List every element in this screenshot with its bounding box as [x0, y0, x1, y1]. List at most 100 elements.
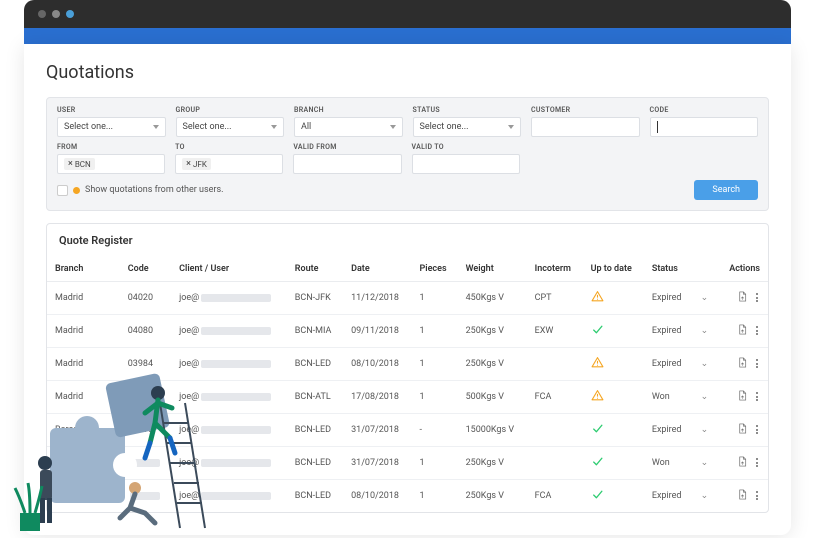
pdf-icon[interactable]	[737, 489, 748, 502]
kebab-menu-icon[interactable]	[754, 359, 760, 368]
kebab-menu-icon[interactable]	[754, 458, 760, 467]
cell-date: 09/11/2018	[343, 315, 411, 348]
branch-label: BRANCH	[294, 106, 403, 114]
cell-branch: Madrid	[47, 381, 120, 414]
pdf-icon[interactable]	[737, 390, 748, 403]
pdf-icon[interactable]	[737, 456, 748, 469]
chevron-down-icon[interactable]: ⌄	[701, 425, 709, 435]
kebab-menu-icon[interactable]	[754, 491, 760, 500]
valid-to-label: VALID TO	[412, 143, 520, 151]
cell-status: Expired	[644, 315, 693, 348]
cell-weight: 250Kgs V	[458, 480, 527, 513]
search-button[interactable]: Search	[694, 180, 758, 200]
user-select[interactable]: Select one...	[57, 117, 166, 137]
col-date[interactable]: Date	[343, 257, 411, 282]
cell-incoterm: CPT	[527, 282, 583, 315]
status-dot-icon	[73, 187, 80, 194]
window-dot-close[interactable]	[38, 10, 46, 18]
customer-input[interactable]	[531, 117, 640, 137]
to-input[interactable]: JFK	[175, 154, 283, 174]
cell-expand[interactable]: ⌄	[693, 447, 718, 480]
cell-incoterm: FCA	[527, 480, 583, 513]
chevron-down-icon[interactable]: ⌄	[701, 359, 709, 369]
cell-expand[interactable]: ⌄	[693, 414, 718, 447]
valid-to-input[interactable]	[412, 154, 520, 174]
chevron-down-icon[interactable]: ⌄	[701, 293, 709, 303]
col-branch[interactable]: Branch	[47, 257, 120, 282]
cell-expand[interactable]: ⌄	[693, 381, 718, 414]
cell-branch: Barcelona	[47, 414, 120, 447]
kebab-menu-icon[interactable]	[754, 392, 760, 401]
register-title: Quote Register	[47, 224, 768, 257]
cell-route: BCN-JFK	[287, 282, 343, 315]
cell-date: 08/10/2018	[343, 348, 411, 381]
table-row: Madrid04080joe@BCN-MIA09/11/20181250Kgs …	[47, 315, 768, 348]
window-dot-maximize[interactable]	[66, 10, 74, 18]
cell-status: Expired	[644, 348, 693, 381]
col-code[interactable]: Code	[120, 257, 171, 282]
col-route[interactable]: Route	[287, 257, 343, 282]
main-panel: Quotations USER Select one... GROUP Sele…	[24, 44, 791, 535]
cell-expand[interactable]: ⌄	[693, 480, 718, 513]
quote-table: Branch Code Client / User Route Date Pie…	[47, 257, 768, 512]
header-bar	[24, 28, 791, 44]
valid-from-input[interactable]	[293, 154, 401, 174]
col-uptodate[interactable]: Up to date	[583, 257, 644, 282]
chevron-down-icon[interactable]: ⌄	[701, 458, 709, 468]
group-select[interactable]: Select one...	[176, 117, 285, 137]
col-incoterm[interactable]: Incoterm	[527, 257, 583, 282]
cell-incoterm: FCA	[527, 381, 583, 414]
chevron-down-icon[interactable]: ⌄	[701, 491, 709, 501]
branch-select[interactable]: All	[294, 117, 403, 137]
cell-uptodate	[583, 414, 644, 447]
from-tag: BCN	[64, 158, 95, 170]
col-status[interactable]: Status	[644, 257, 693, 282]
show-others-label: Show quotations from other users.	[85, 185, 223, 195]
cell-code: 04010	[120, 414, 171, 447]
col-client[interactable]: Client / User	[171, 257, 287, 282]
cell-status: Expired	[644, 414, 693, 447]
cell-branch: Madrid	[47, 348, 120, 381]
cell-expand[interactable]: ⌄	[693, 348, 718, 381]
cell-pieces: 1	[411, 315, 457, 348]
cell-actions	[718, 282, 768, 315]
status-select[interactable]: Select one...	[413, 117, 522, 137]
cell-pieces: 1	[411, 480, 457, 513]
cell-weight: 450Kgs V	[458, 282, 527, 315]
cell-weight: 250Kgs V	[458, 447, 527, 480]
cell-code	[120, 480, 171, 513]
from-input[interactable]: BCN	[57, 154, 165, 174]
show-others-checkbox-row[interactable]: Show quotations from other users.	[57, 185, 223, 196]
code-input[interactable]	[650, 117, 759, 137]
cell-route: BCN-LED	[287, 414, 343, 447]
cell-client: joe@	[171, 480, 287, 513]
pdf-icon[interactable]	[737, 357, 748, 370]
kebab-menu-icon[interactable]	[754, 293, 760, 302]
cell-uptodate	[583, 447, 644, 480]
cell-date: 08/10/2018	[343, 480, 411, 513]
cell-client: joe@	[171, 381, 287, 414]
cell-incoterm	[527, 414, 583, 447]
chevron-down-icon[interactable]: ⌄	[701, 392, 709, 402]
show-others-checkbox[interactable]	[57, 185, 68, 196]
col-pieces[interactable]: Pieces	[411, 257, 457, 282]
kebab-menu-icon[interactable]	[754, 326, 760, 335]
table-row: joe@BCN-LED31/07/20181250Kgs VWon⌄	[47, 447, 768, 480]
chevron-down-icon[interactable]: ⌄	[701, 326, 709, 336]
cell-status: Won	[644, 381, 693, 414]
pdf-icon[interactable]	[737, 324, 748, 337]
kebab-menu-icon[interactable]	[754, 425, 760, 434]
cell-branch: Madrid	[47, 282, 120, 315]
cell-expand[interactable]: ⌄	[693, 282, 718, 315]
col-weight[interactable]: Weight	[458, 257, 527, 282]
pdf-icon[interactable]	[737, 291, 748, 304]
cell-actions	[718, 447, 768, 480]
pdf-icon[interactable]	[737, 423, 748, 436]
cell-actions	[718, 480, 768, 513]
cell-weight: 250Kgs V	[458, 315, 527, 348]
status-label: STATUS	[413, 106, 522, 114]
cell-incoterm: EXW	[527, 315, 583, 348]
register-panel: Quote Register Branch Code Client / User…	[46, 223, 769, 513]
window-dot-minimize[interactable]	[52, 10, 60, 18]
cell-expand[interactable]: ⌄	[693, 315, 718, 348]
